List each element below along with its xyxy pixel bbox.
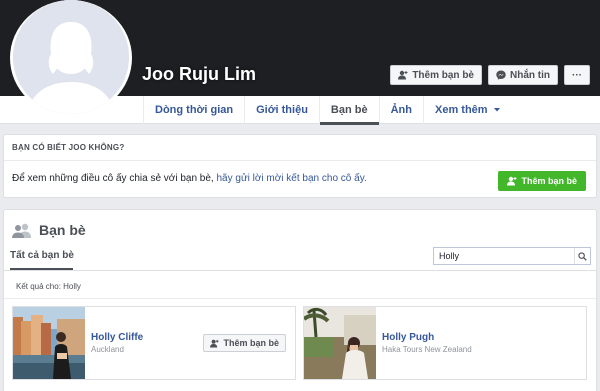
divider	[4, 270, 596, 271]
send-request-link[interactable]: hãy gửi lời mời kết bạn cho cô ấy.	[216, 173, 366, 184]
friend-photo[interactable]	[304, 307, 376, 379]
add-friend-label: Thêm bạn bè	[412, 69, 474, 81]
add-friend-primary-button[interactable]: Thêm bạn bè	[498, 171, 586, 191]
add-friend-button[interactable]: Thêm bạn bè	[203, 334, 286, 352]
friend-photo-image	[304, 307, 376, 379]
tab-label: Dòng thời gian	[155, 104, 234, 116]
add-friend-label: Thêm bạn bè	[521, 176, 577, 186]
suggestion-title: BẠN CÓ BIẾT JOO KHÔNG?	[12, 143, 125, 152]
tab-label: Bạn bè	[330, 104, 368, 116]
friend-location: Auckland	[91, 345, 124, 354]
friend-search-input[interactable]	[434, 248, 574, 264]
search-results-label: Kết quả cho: Holly	[16, 282, 81, 291]
search-icon	[578, 251, 587, 261]
more-options-button[interactable]: ···	[564, 65, 590, 85]
caret-down-icon	[493, 108, 500, 112]
default-avatar-icon	[13, 0, 129, 114]
tab-more[interactable]: Xem thêm	[423, 96, 512, 124]
tab-all-friends[interactable]: Tất cả bạn bè	[10, 250, 74, 261]
friends-icon	[12, 223, 31, 238]
cover-actions: Thêm bạn bè Nhắn tin ···	[390, 65, 590, 85]
avatar	[13, 0, 129, 114]
friend-suggestion-card: BẠN CÓ BIẾT JOO KHÔNG? Để xem những điều…	[3, 134, 597, 198]
friend-photo-image	[13, 307, 85, 379]
tab-about[interactable]: Giới thiệu	[244, 96, 319, 124]
add-friend-label: Thêm bạn bè	[223, 338, 279, 348]
tab-timeline[interactable]: Dòng thời gian	[143, 96, 244, 124]
friend-card: Holly Cliffe Auckland Thêm bạn bè	[12, 306, 296, 380]
more-icon: ···	[572, 69, 582, 81]
search-button[interactable]	[574, 248, 590, 264]
add-friend-icon	[210, 339, 220, 348]
friend-photo[interactable]	[13, 307, 85, 379]
friends-header: Bạn bè	[12, 222, 86, 238]
suggestion-body: Để xem những điều cô ấy chia sẻ với bạn …	[12, 173, 217, 184]
messenger-icon	[496, 70, 506, 80]
message-button[interactable]: Nhắn tin	[488, 65, 558, 85]
divider	[4, 160, 596, 161]
friend-location: Haka Tours New Zealand	[382, 345, 472, 354]
friend-search-box	[433, 247, 591, 265]
friend-name[interactable]: Holly Pugh	[382, 332, 434, 343]
friends-title: Bạn bè	[39, 222, 86, 238]
suggestion-text: Để xem những điều cô ấy chia sẻ với bạn …	[12, 173, 367, 184]
tab-label: Ảnh	[390, 104, 412, 116]
add-friend-icon	[398, 70, 408, 80]
tab-photos[interactable]: Ảnh	[378, 96, 423, 124]
friend-name[interactable]: Holly Cliffe	[91, 332, 143, 343]
profile-name[interactable]: Joo Ruju Lim	[142, 64, 256, 85]
profile-picture[interactable]	[10, 0, 132, 116]
divider	[4, 298, 596, 299]
add-friend-icon	[507, 176, 517, 186]
tab-label: Giới thiệu	[256, 104, 308, 116]
tab-friends[interactable]: Bạn bè	[318, 96, 379, 125]
add-friend-button[interactable]: Thêm bạn bè	[390, 65, 482, 85]
message-label: Nhắn tin	[510, 69, 550, 81]
friend-card: Holly Pugh Haka Tours New Zealand	[303, 306, 587, 380]
friends-section: Bạn bè Tất cả bạn bè Kết quả cho: Holly	[3, 209, 597, 391]
tab-label: Xem thêm	[435, 104, 488, 116]
